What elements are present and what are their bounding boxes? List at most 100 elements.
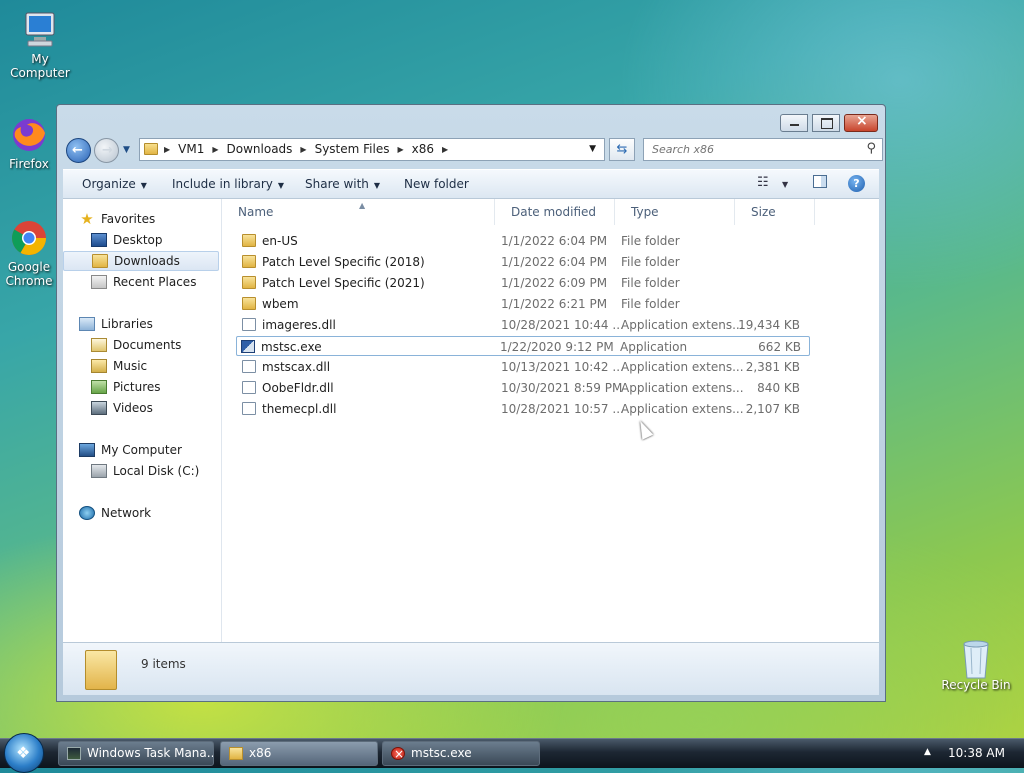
nav-libraries[interactable]: Libraries — [79, 314, 153, 334]
close-button[interactable]: × — [844, 113, 878, 132]
desktop-icon-my-computer[interactable]: My Computer — [0, 10, 80, 80]
nav-label: Downloads — [114, 254, 180, 268]
breadcrumb-x86[interactable]: x86 — [412, 142, 434, 156]
nav-recent-places[interactable]: Recent Places — [91, 272, 196, 292]
file-row[interactable]: Patch Level Specific (2018) 1/1/2022 6:04… — [238, 252, 808, 272]
nav-label: My Computer — [101, 443, 182, 457]
file-name: themecpl.dll — [262, 402, 337, 416]
file-name: imageres.dll — [262, 318, 336, 332]
organize-button[interactable]: Organize ▼ — [82, 177, 147, 191]
chevron-right-icon[interactable]: ▶ — [212, 145, 218, 154]
column-label: Type — [631, 205, 659, 219]
nav-pictures[interactable]: Pictures — [91, 377, 161, 397]
breadcrumb-downloads[interactable]: Downloads — [227, 142, 293, 156]
include-in-library-button[interactable]: Include in library ▼ — [172, 177, 284, 191]
views-icon[interactable]: ☷ — [757, 175, 769, 190]
column-header-size[interactable]: Size — [735, 199, 815, 225]
search-input[interactable] — [650, 142, 854, 157]
breadcrumb: ▶ VM1 ▶ Downloads ▶ System Files ▶ x86 ▶ — [144, 142, 456, 156]
chevron-right-icon[interactable]: ▶ — [442, 145, 448, 154]
file-type: File folder — [621, 276, 680, 290]
taskbar-item-label: Windows Task Mana... — [87, 746, 214, 760]
navigation-bar: ← → ▼ ▶ VM1 ▶ Downloads ▶ System Files ▶… — [63, 135, 883, 165]
file-name: mstscax.dll — [262, 360, 331, 374]
search-icon[interactable]: ⚲ — [866, 141, 876, 156]
clock[interactable]: 10:38 AM — [948, 746, 1005, 760]
desktop-icon-chrome[interactable]: Google Chrome — [0, 218, 58, 288]
back-button[interactable]: ← — [66, 138, 91, 163]
file-size: 2,381 KB — [745, 360, 800, 374]
start-button[interactable]: ❖ — [4, 733, 44, 773]
recent-pages-dropdown[interactable]: ▼ — [123, 145, 130, 155]
file-type: Application extens... — [621, 381, 744, 395]
address-bar[interactable]: ▶ VM1 ▶ Downloads ▶ System Files ▶ x86 ▶… — [139, 138, 605, 161]
dll-icon — [242, 381, 256, 394]
column-header-type[interactable]: Type — [615, 199, 735, 225]
file-row[interactable]: mstscax.dll 10/13/2021 10:42 ... Applicati… — [238, 357, 808, 377]
file-row[interactable]: OobeFldr.dll 10/30/2021 8:59 PM Applicatio… — [238, 378, 808, 398]
column-header-date[interactable]: Date modified — [495, 199, 615, 225]
content-area: ★ Favorites Desktop Downloads Recent Plac… — [63, 199, 879, 642]
nav-downloads[interactable]: Downloads — [63, 251, 219, 271]
file-row[interactable]: wbem 1/1/2022 6:21 PM File folder — [238, 294, 808, 314]
address-dropdown-icon[interactable]: ▼ — [589, 144, 596, 154]
folder-icon — [92, 254, 108, 268]
views-dropdown-icon[interactable]: ▼ — [782, 180, 788, 189]
search-box[interactable]: ⚲ — [643, 138, 883, 161]
breadcrumb-vm1[interactable]: VM1 — [178, 142, 204, 156]
nav-label: Libraries — [101, 317, 153, 331]
nav-network[interactable]: Network — [79, 503, 151, 523]
task-manager-icon — [67, 747, 81, 760]
nav-music[interactable]: Music — [91, 356, 147, 376]
nav-videos[interactable]: Videos — [91, 398, 153, 418]
file-date: 1/22/2020 9:12 PM — [500, 340, 614, 354]
dll-icon — [242, 360, 256, 373]
nav-label: Videos — [113, 401, 153, 415]
file-row[interactable]: imageres.dll 10/28/2021 10:44 ... Applicat… — [238, 315, 808, 335]
desktop-icon-recycle-bin[interactable]: Recycle Bin — [936, 636, 1016, 692]
disk-icon — [91, 464, 107, 478]
file-size: 2,107 KB — [745, 402, 800, 416]
nav-label: Local Disk (C:) — [113, 464, 200, 478]
music-icon — [91, 359, 107, 373]
folder-icon — [242, 276, 256, 289]
taskbar-item-mstsc[interactable]: mstsc.exe — [382, 741, 540, 766]
file-row[interactable]: Patch Level Specific (2021) 1/1/2022 6:09… — [238, 273, 808, 293]
chevron-right-icon[interactable]: ▶ — [164, 145, 170, 154]
nav-documents[interactable]: Documents — [91, 335, 181, 355]
nav-local-disk[interactable]: Local Disk (C:) — [91, 461, 199, 481]
include-in-library-label: Include in library — [172, 177, 273, 191]
maximize-button[interactable] — [812, 114, 840, 132]
file-row[interactable]: en-US 1/1/2022 6:04 PM File folder — [238, 231, 808, 251]
desktop-icon-firefox[interactable]: Firefox — [0, 115, 58, 171]
refresh-button[interactable]: ⇆ — [609, 138, 635, 161]
nav-my-computer[interactable]: My Computer — [79, 440, 182, 460]
share-with-label: Share with — [305, 177, 369, 191]
chevron-right-icon[interactable]: ▶ — [300, 145, 306, 154]
taskbar-item-x86[interactable]: x86 — [220, 741, 378, 766]
desktop-icon-label: Recycle Bin — [941, 678, 1011, 692]
file-row[interactable]: themecpl.dll 10/28/2021 10:57 ... Applicat… — [238, 399, 808, 419]
chrome-icon — [7, 218, 51, 258]
network-icon — [79, 506, 95, 520]
preview-pane-icon[interactable] — [813, 175, 827, 188]
file-name: mstsc.exe — [261, 340, 322, 354]
taskbar-item-task-manager[interactable]: Windows Task Mana... — [58, 741, 214, 766]
chevron-right-icon[interactable]: ▶ — [397, 145, 403, 154]
nav-favorites[interactable]: ★ Favorites — [79, 209, 155, 229]
folder-icon — [229, 747, 243, 760]
file-type: File folder — [621, 297, 680, 311]
new-folder-button[interactable]: New folder — [404, 177, 469, 191]
minimize-button[interactable] — [780, 114, 808, 132]
help-icon[interactable]: ? — [848, 175, 865, 192]
nav-label: Music — [113, 359, 148, 373]
column-label: Date modified — [511, 205, 597, 219]
nav-desktop[interactable]: Desktop — [91, 230, 163, 250]
file-row[interactable]: mstsc.exe 1/22/2020 9:12 PM Application 662… — [236, 336, 810, 356]
share-with-button[interactable]: Share with ▼ — [305, 177, 380, 191]
breadcrumb-system-files[interactable]: System Files — [315, 142, 390, 156]
file-type: Application extens... — [621, 318, 744, 332]
show-hidden-icons-icon[interactable]: ▲ — [924, 747, 931, 757]
forward-button[interactable]: → — [94, 138, 119, 163]
column-header-name[interactable]: Name ▲ — [222, 199, 495, 225]
